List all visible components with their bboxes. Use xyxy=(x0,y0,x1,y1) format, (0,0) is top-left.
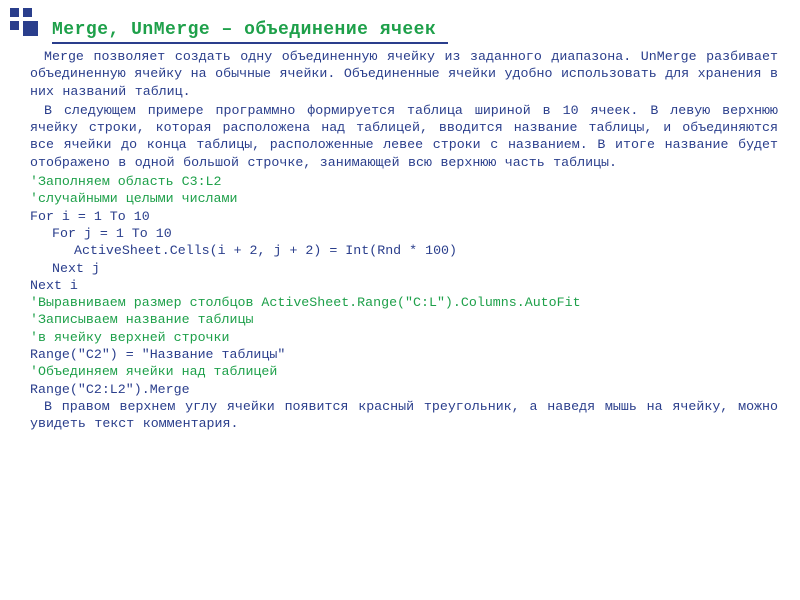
paragraph-example: В следующем примере программно формирует… xyxy=(30,102,778,171)
code-line: ActiveSheet.Cells(i + 2, j + 2) = Int(Rn… xyxy=(30,242,778,259)
paragraph-note: В правом верхнем углу ячейки появится кр… xyxy=(30,398,778,433)
code-comment: 'случайными целыми числами xyxy=(30,190,778,207)
code-line: For i = 1 To 10 xyxy=(30,208,778,225)
code-comment: 'Выравниваем размер столбцов ActiveSheet… xyxy=(30,294,778,311)
code-comment: 'в ячейку верхней строчки xyxy=(30,329,778,346)
content-area: Merge позволяет создать одну объединенну… xyxy=(30,48,778,435)
slide: Merge, UnMerge – объединение ячеек Merge… xyxy=(0,0,800,600)
page-title: Merge, UnMerge – объединение ячеек xyxy=(52,20,780,40)
code-comment: 'Записываем название таблицы xyxy=(30,311,778,328)
code-line: Next j xyxy=(30,260,778,277)
code-line: Range("C2:L2").Merge xyxy=(30,381,778,398)
code-comment: 'Объединяем ячейки над таблицей xyxy=(30,363,778,380)
title-underline xyxy=(52,42,448,44)
code-line: Range("C2") = "Название таблицы" xyxy=(30,346,778,363)
heading-block: Merge, UnMerge – объединение ячеек xyxy=(52,20,780,44)
code-line: Next i xyxy=(30,277,778,294)
code-comment: 'Заполняем область С3:L2 xyxy=(30,173,778,190)
corner-decoration xyxy=(10,8,42,40)
code-line: For j = 1 To 10 xyxy=(30,225,778,242)
paragraph-intro: Merge позволяет создать одну объединенну… xyxy=(30,48,778,100)
